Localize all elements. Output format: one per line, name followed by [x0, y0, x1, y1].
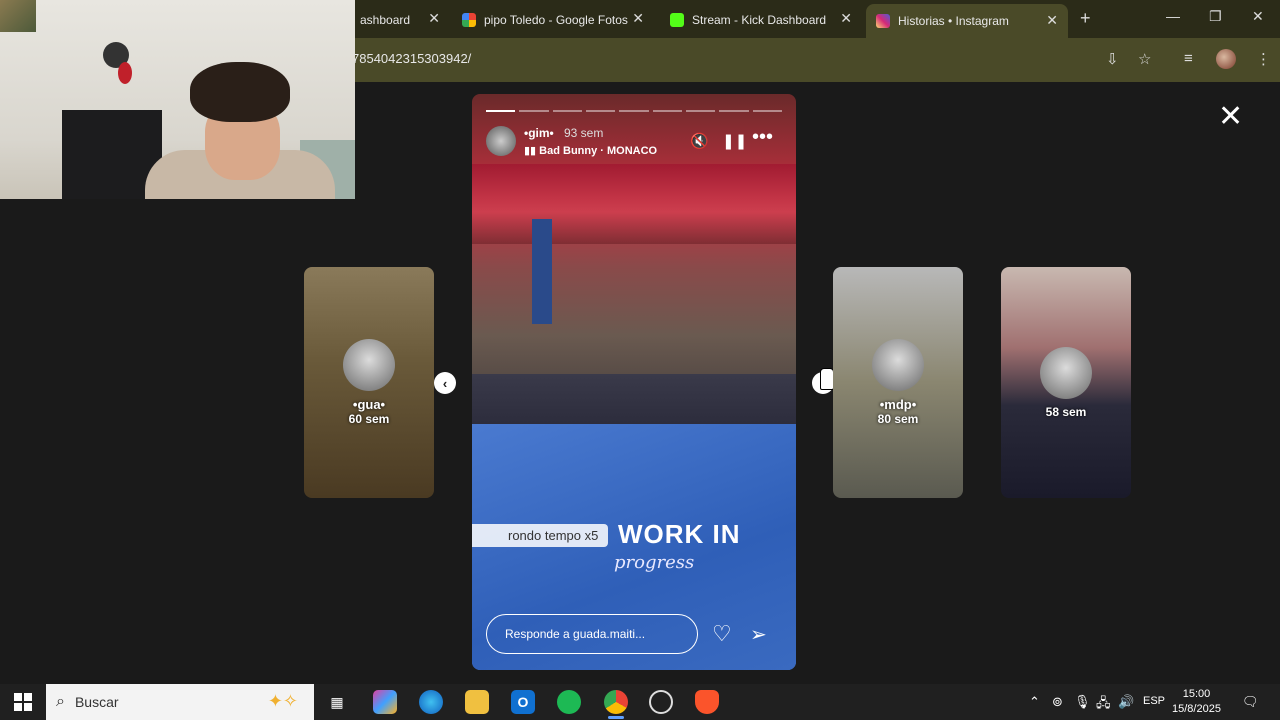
- tab-label: ashboard: [360, 13, 411, 27]
- webcam-overlay: [0, 0, 355, 199]
- tab-label: pipo Toledo - Google Fotos: [484, 13, 628, 27]
- story-avatar: [872, 339, 924, 391]
- minimize-button[interactable]: —: [1166, 8, 1180, 24]
- progress-segment: [752, 110, 782, 112]
- progress-segment: [685, 110, 716, 112]
- story-text-sticker: rondo tempo x5: [472, 524, 609, 547]
- music-bars-icon: ▮▮: [524, 145, 540, 157]
- progress-segment: [486, 110, 516, 112]
- side-story-gua[interactable]: •gua• 60 sem: [304, 267, 434, 498]
- send-icon[interactable]: ➢: [750, 622, 767, 647]
- chrome-icon[interactable]: [604, 690, 628, 719]
- obs-icon[interactable]: [649, 690, 673, 714]
- tab-close-icon[interactable]: ✕: [840, 10, 852, 27]
- tab-kick-dashboard[interactable]: Stream - Kick Dashboard ✕: [670, 6, 852, 34]
- tab-dashboard[interactable]: ashboard ✕: [360, 6, 440, 34]
- story-image-banner: [532, 219, 552, 324]
- taskbar-clock[interactable]: 15:00 15/8/2025: [1172, 687, 1221, 717]
- story-time: 58 sem: [1045, 404, 1087, 419]
- more-options-icon[interactable]: •••: [752, 126, 773, 149]
- story-username[interactable]: •gim•: [524, 126, 554, 140]
- notifications-icon[interactable]: 🗨: [1242, 694, 1259, 710]
- task-view-icon[interactable]: ▦: [325, 690, 349, 714]
- progress-segment: [519, 110, 549, 112]
- kick-icon: [670, 13, 684, 27]
- url-field[interactable]: 7854042315303942/: [352, 51, 471, 66]
- windows-taskbar: ⌕ Buscar ✦✧ ▦ O ⌃ ⊚ 🎙 🖧 🔊 ESP 15:00 15/8…: [0, 684, 1280, 720]
- person-hair: [190, 62, 290, 122]
- story-time: 60 sem: [348, 412, 390, 426]
- taskbar-search[interactable]: ⌕ Buscar ✦✧: [46, 684, 314, 720]
- hanging-hat-red: [118, 62, 132, 84]
- story-reply-input[interactable]: Responde a guada.maiti...: [486, 614, 698, 654]
- mouse-cursor: [820, 368, 834, 390]
- progress-segment: [619, 110, 649, 112]
- tab-label: Stream - Kick Dashboard: [692, 13, 827, 27]
- progress-segment: [552, 110, 582, 112]
- clock-time: 15:00: [1182, 688, 1211, 700]
- progress-segment: [585, 110, 616, 112]
- story-avatar[interactable]: [486, 126, 516, 156]
- window-close-button[interactable]: ✕: [1252, 8, 1264, 25]
- tab-close-icon[interactable]: ✕: [632, 10, 644, 27]
- story-overlay-title: WORK IN: [618, 519, 741, 549]
- prev-story-button[interactable]: ‹: [434, 372, 456, 394]
- tab-close-icon[interactable]: ✕: [1046, 12, 1058, 29]
- side-story-3[interactable]: 58 sem: [1001, 267, 1131, 498]
- search-icon: ⌕: [56, 693, 65, 710]
- story-time: 80 sem: [877, 412, 919, 426]
- google-photos-icon: [462, 13, 476, 27]
- story-time: 93 sem: [564, 126, 604, 140]
- story-header: •gim• 93 sem ▮▮ Bad Bunny · MONACO 🔇 ❚❚ …: [486, 124, 782, 158]
- progress-segment: [652, 110, 682, 112]
- story-overlay-subtitle: progress: [614, 552, 695, 573]
- like-heart-icon[interactable]: ♡: [712, 621, 732, 647]
- progress-segment: [719, 110, 749, 112]
- wall-picture: [0, 0, 36, 32]
- restore-button[interactable]: ❐: [1209, 8, 1222, 25]
- profile-avatar[interactable]: [1216, 49, 1236, 69]
- story-username: •gua•: [352, 397, 386, 412]
- copilot-icon[interactable]: [373, 690, 397, 714]
- tab-instagram-historias[interactable]: Historias • Instagram ✕: [866, 4, 1068, 38]
- main-story[interactable]: •gim• 93 sem ▮▮ Bad Bunny · MONACO 🔇 ❚❚ …: [472, 94, 796, 670]
- pause-icon[interactable]: ❚❚: [722, 132, 747, 150]
- spotify-icon[interactable]: [557, 690, 581, 714]
- search-placeholder: Buscar: [74, 694, 119, 710]
- tab-close-icon[interactable]: ✕: [428, 10, 440, 27]
- clock-date: 15/8/2025: [1172, 703, 1221, 715]
- windows-start-icon[interactable]: [14, 693, 32, 711]
- story-progress-bar: [486, 110, 782, 112]
- tab-google-fotos[interactable]: pipo Toledo - Google Fotos ✕: [462, 6, 644, 34]
- instagram-icon: [876, 14, 890, 28]
- story-avatar: [1040, 346, 1092, 399]
- story-image-stage: [472, 164, 796, 244]
- story-music-label[interactable]: ▮▮ Bad Bunny · MONACO: [524, 144, 657, 157]
- tray-chevron-icon[interactable]: ⌃: [1029, 694, 1040, 710]
- tab-label: Historias • Instagram: [898, 14, 1009, 28]
- story-username: •mdp•: [879, 397, 917, 412]
- search-highlight-icon: ✦✧: [267, 691, 298, 711]
- language-indicator[interactable]: ESP: [1143, 695, 1165, 707]
- bookmark-star-icon[interactable]: ☆: [1138, 50, 1151, 68]
- menu-kebab-icon[interactable]: ⋮: [1256, 50, 1271, 68]
- network-icon[interactable]: 🖧: [1096, 694, 1111, 716]
- brave-icon[interactable]: [695, 690, 719, 714]
- media-control-icon[interactable]: ≡: [1184, 50, 1193, 67]
- new-tab-button[interactable]: +: [1080, 8, 1091, 29]
- tray-app-icon[interactable]: ⊚: [1052, 694, 1063, 710]
- side-story-mdp[interactable]: •mdp• 80 sem: [833, 267, 963, 498]
- file-explorer-icon[interactable]: [465, 690, 489, 714]
- volume-icon[interactable]: 🔊: [1118, 694, 1134, 710]
- music-title: Bad Bunny · MONACO: [539, 145, 658, 157]
- outlook-icon[interactable]: O: [511, 690, 535, 714]
- mute-icon[interactable]: 🔇: [690, 132, 709, 150]
- microphone-icon[interactable]: 🎙: [1074, 694, 1091, 710]
- close-stories-icon[interactable]: ✕: [1218, 102, 1243, 132]
- edge-icon[interactable]: [419, 690, 443, 714]
- install-app-icon[interactable]: ⇩: [1106, 50, 1119, 68]
- story-avatar: [343, 339, 395, 391]
